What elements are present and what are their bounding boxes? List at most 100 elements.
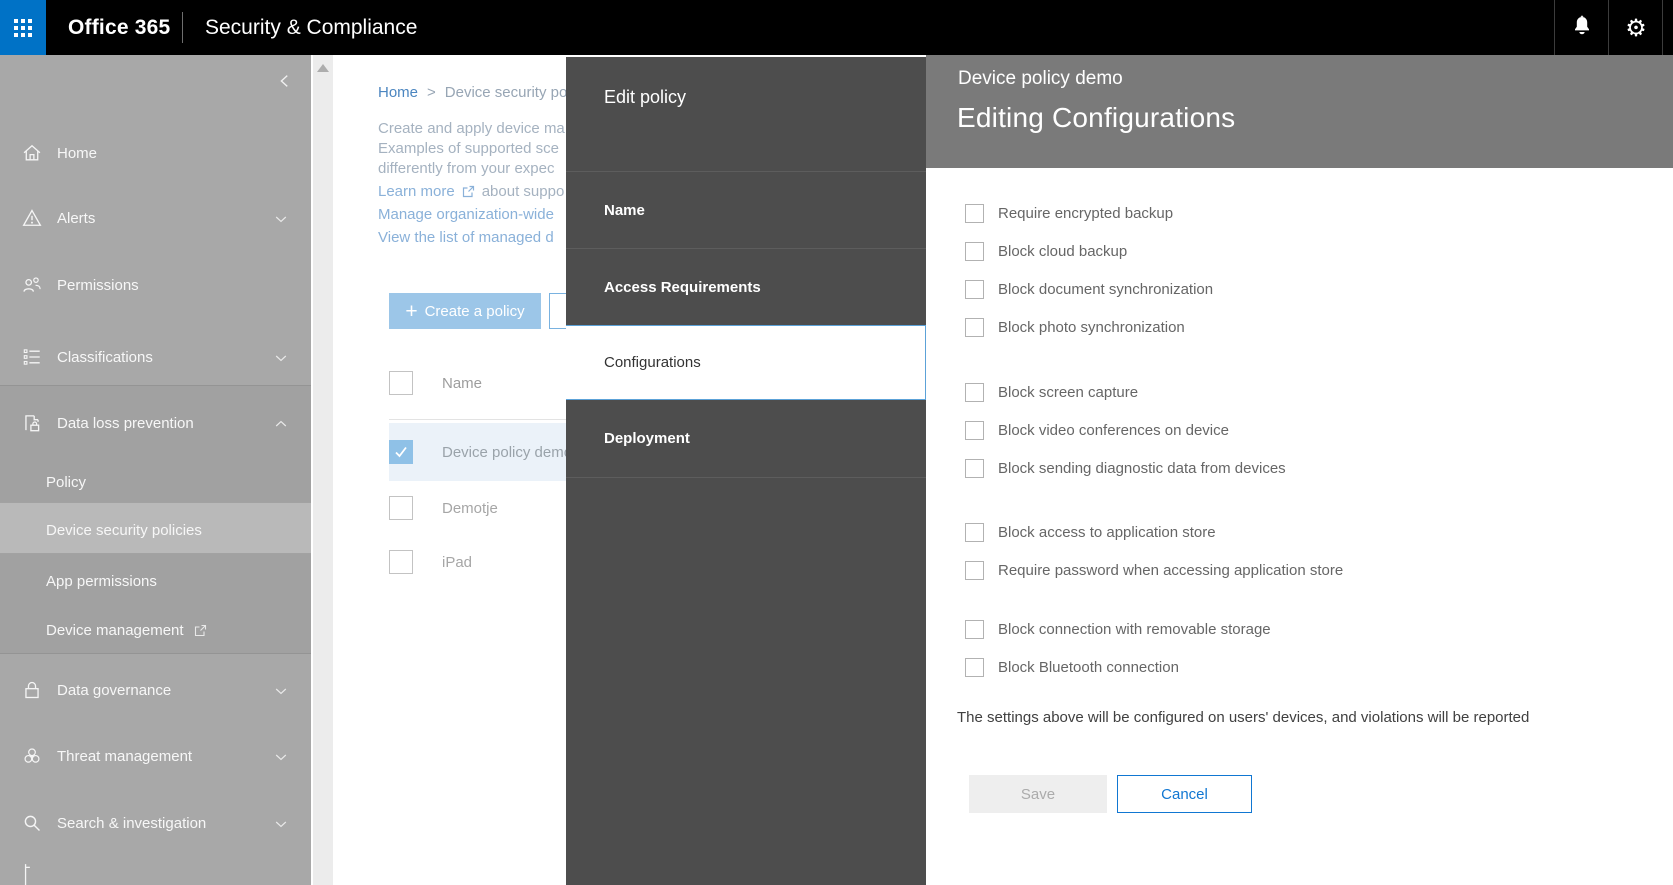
checkbox[interactable] [965,204,984,223]
topbar-divider [1662,0,1663,55]
top-app-bar: Office 365 Security & Compliance ⚙ [0,0,1673,55]
create-policy-button[interactable]: Create a policy [389,293,541,329]
chevron-down-icon [273,749,289,765]
checkbox[interactable] [965,242,984,261]
plus-icon [405,301,417,322]
brand-title[interactable]: Office 365 [68,0,170,55]
sidebar-item-threat-management[interactable]: Threat management [0,741,311,771]
sidebar-item-search-investigation[interactable]: Search & investigation [0,808,311,838]
edit-policy-title: Edit policy [604,83,686,111]
edit-nav-access-requirements[interactable]: Access Requirements [566,249,926,326]
document-lock-icon [21,412,43,434]
biohazard-icon [21,745,43,767]
config-option: Block access to application store [965,513,1216,551]
edit-nav-name[interactable]: Name [566,172,926,249]
chevron-up-icon [273,416,289,432]
chevron-down-icon [273,683,289,699]
content-scrollbar[interactable] [313,55,333,885]
select-all-checkbox[interactable] [389,371,413,395]
row-checkbox-checked[interactable] [389,440,413,464]
panel-title: Editing Configurations [957,102,1235,134]
breadcrumb-current: Device security polic [445,84,582,101]
gear-icon: ⚙ [1625,16,1647,40]
external-link-icon [193,623,208,638]
checkbox[interactable] [965,459,984,478]
sidebar-item-device-management[interactable]: Device management [0,615,357,645]
view-managed-devices-link[interactable]: View the list of managed d [378,227,554,247]
settings-footer-note: The settings above will be configured on… [957,709,1529,726]
config-option: Block cloud backup [965,232,1127,270]
lock-icon [21,679,43,701]
collapse-sidebar-icon[interactable] [276,72,294,90]
chevron-down-icon [273,211,289,227]
save-button[interactable]: Save [969,775,1107,813]
breadcrumb: Home > Device security polic [378,84,582,101]
checkbox[interactable] [965,561,984,580]
sidebar-item-device-security-policies[interactable]: Device security policies [0,515,357,545]
config-option: Block connection with removable storage [965,610,1271,648]
alert-icon [21,207,43,229]
config-option: Block photo synchronization [965,308,1185,346]
checkbox[interactable] [965,523,984,542]
intro-text-line: Examples of supported sce [378,138,559,158]
app-launcher-button[interactable] [0,0,46,55]
intro-text-line: Create and apply device ma [378,118,565,138]
chart-icon [21,866,43,885]
panel-header: Device policy demo Editing Configuration… [926,55,1673,168]
learn-more-link[interactable]: Learn more [378,183,455,200]
sidebar-item-classifications[interactable]: Classifications [0,342,311,372]
manage-org-devices-link[interactable]: Manage organization-wide [378,204,554,224]
security-compliance-app: Home > Device security polic Create and … [0,0,1673,885]
checkbox[interactable] [965,280,984,299]
product-title: Security & Compliance [205,0,417,55]
sidebar-item-policy[interactable]: Policy [0,467,357,497]
breadcrumb-separator: > [427,84,436,101]
configurations-panel: Device policy demo Editing Configuration… [926,55,1673,885]
divider [566,477,926,478]
chevron-down-icon [273,816,289,832]
cancel-button[interactable]: Cancel [1117,775,1252,813]
intro-text-line: Learn more about suppo [378,181,564,201]
home-icon [21,142,43,164]
checkbox[interactable] [965,421,984,440]
table-header-name: Name [442,375,482,392]
list-icon [21,346,43,368]
config-option: Require encrypted backup [965,194,1173,232]
sidebar-item-data-loss-prevention[interactable]: Data loss prevention [0,408,311,438]
checkbox[interactable] [965,318,984,337]
row-checkbox[interactable] [389,496,413,520]
chevron-down-icon [273,350,289,366]
app-launcher-grid-icon [14,19,32,37]
config-option: Block Bluetooth connection [965,648,1179,686]
checkbox[interactable] [965,620,984,639]
row-checkbox[interactable] [389,550,413,574]
policy-name: Device policy demo [958,68,1123,90]
sidebar-item-home[interactable]: Home [0,138,311,168]
edit-nav-deployment[interactable]: Deployment [566,400,926,477]
topbar-divider [182,12,183,43]
settings-button[interactable]: ⚙ [1609,0,1663,55]
people-icon [21,274,43,296]
sidebar-item-partial-bottom[interactable] [0,862,311,885]
checkbox[interactable] [965,658,984,677]
sidebar-item-data-governance[interactable]: Data governance [0,675,311,705]
breadcrumb-home-link[interactable]: Home [378,84,418,101]
config-option: Block video conferences on device [965,411,1229,449]
config-option: Require password when accessing applicat… [965,551,1343,589]
sidebar-item-app-permissions[interactable]: App permissions [0,566,357,596]
config-option: Block screen capture [965,373,1138,411]
scroll-up-arrow-icon[interactable] [317,64,329,72]
sidebar-item-permissions[interactable]: Permissions [0,270,311,300]
search-icon [21,812,43,834]
config-option: Block document synchronization [965,270,1213,308]
external-link-icon [461,184,476,199]
sidebar-item-alerts[interactable]: Alerts [0,203,311,233]
bell-icon [1570,13,1594,42]
edit-nav-configurations-selected[interactable]: Configurations [566,325,926,400]
checkbox[interactable] [965,383,984,402]
config-option: Block sending diagnostic data from devic… [965,449,1286,487]
intro-text-line: differently from your expec [378,158,554,178]
left-navigation: Home Alerts Permissions Classifications … [0,55,311,885]
notifications-button[interactable] [1555,0,1609,55]
edit-policy-panel: Edit policy Name Access Requirements Con… [566,57,926,885]
